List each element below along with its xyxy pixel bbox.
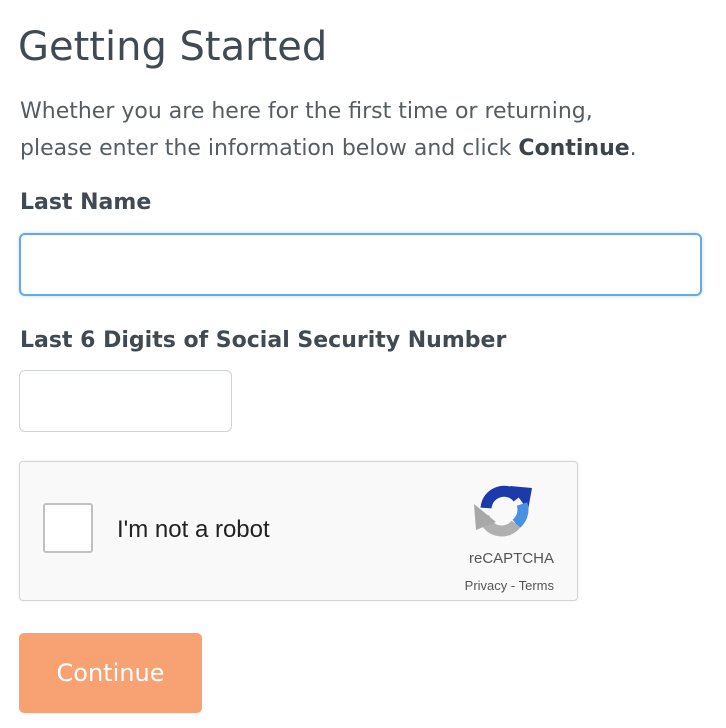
page-title: Getting Started (18, 24, 328, 70)
intro-text: Whether you are here for the first time … (20, 93, 637, 167)
intro-line-1: Whether you are here for the first time … (20, 99, 593, 124)
links-separator: - (507, 578, 519, 593)
terms-link[interactable]: Terms (519, 578, 554, 593)
recaptcha-widget: I'm not a robot reCAPTCHA Privacy - Term… (19, 461, 578, 601)
intro-continue-emphasis: Continue (518, 136, 630, 161)
privacy-link[interactable]: Privacy (465, 578, 508, 593)
intro-line-2: please enter the information below and c… (20, 130, 637, 167)
getting-started-page: Getting Started Whether you are here for… (0, 0, 726, 728)
ssn-last6-input[interactable] (19, 370, 232, 432)
ssn-label: Last 6 Digits of Social Security Number (20, 328, 507, 353)
recaptcha-links: Privacy - Terms (465, 578, 554, 593)
intro-line-2-text: please enter the information below and c… (20, 136, 519, 161)
recaptcha-logo-icon (474, 485, 532, 537)
continue-button[interactable]: Continue (19, 633, 202, 713)
last-name-label: Last Name (20, 190, 152, 215)
recaptcha-brand: reCAPTCHA (468, 550, 554, 567)
recaptcha-checkbox[interactable] (43, 503, 93, 553)
intro-line-2-period: . (629, 136, 637, 161)
recaptcha-label: I'm not a robot (117, 516, 270, 543)
last-name-input[interactable] (19, 233, 702, 296)
